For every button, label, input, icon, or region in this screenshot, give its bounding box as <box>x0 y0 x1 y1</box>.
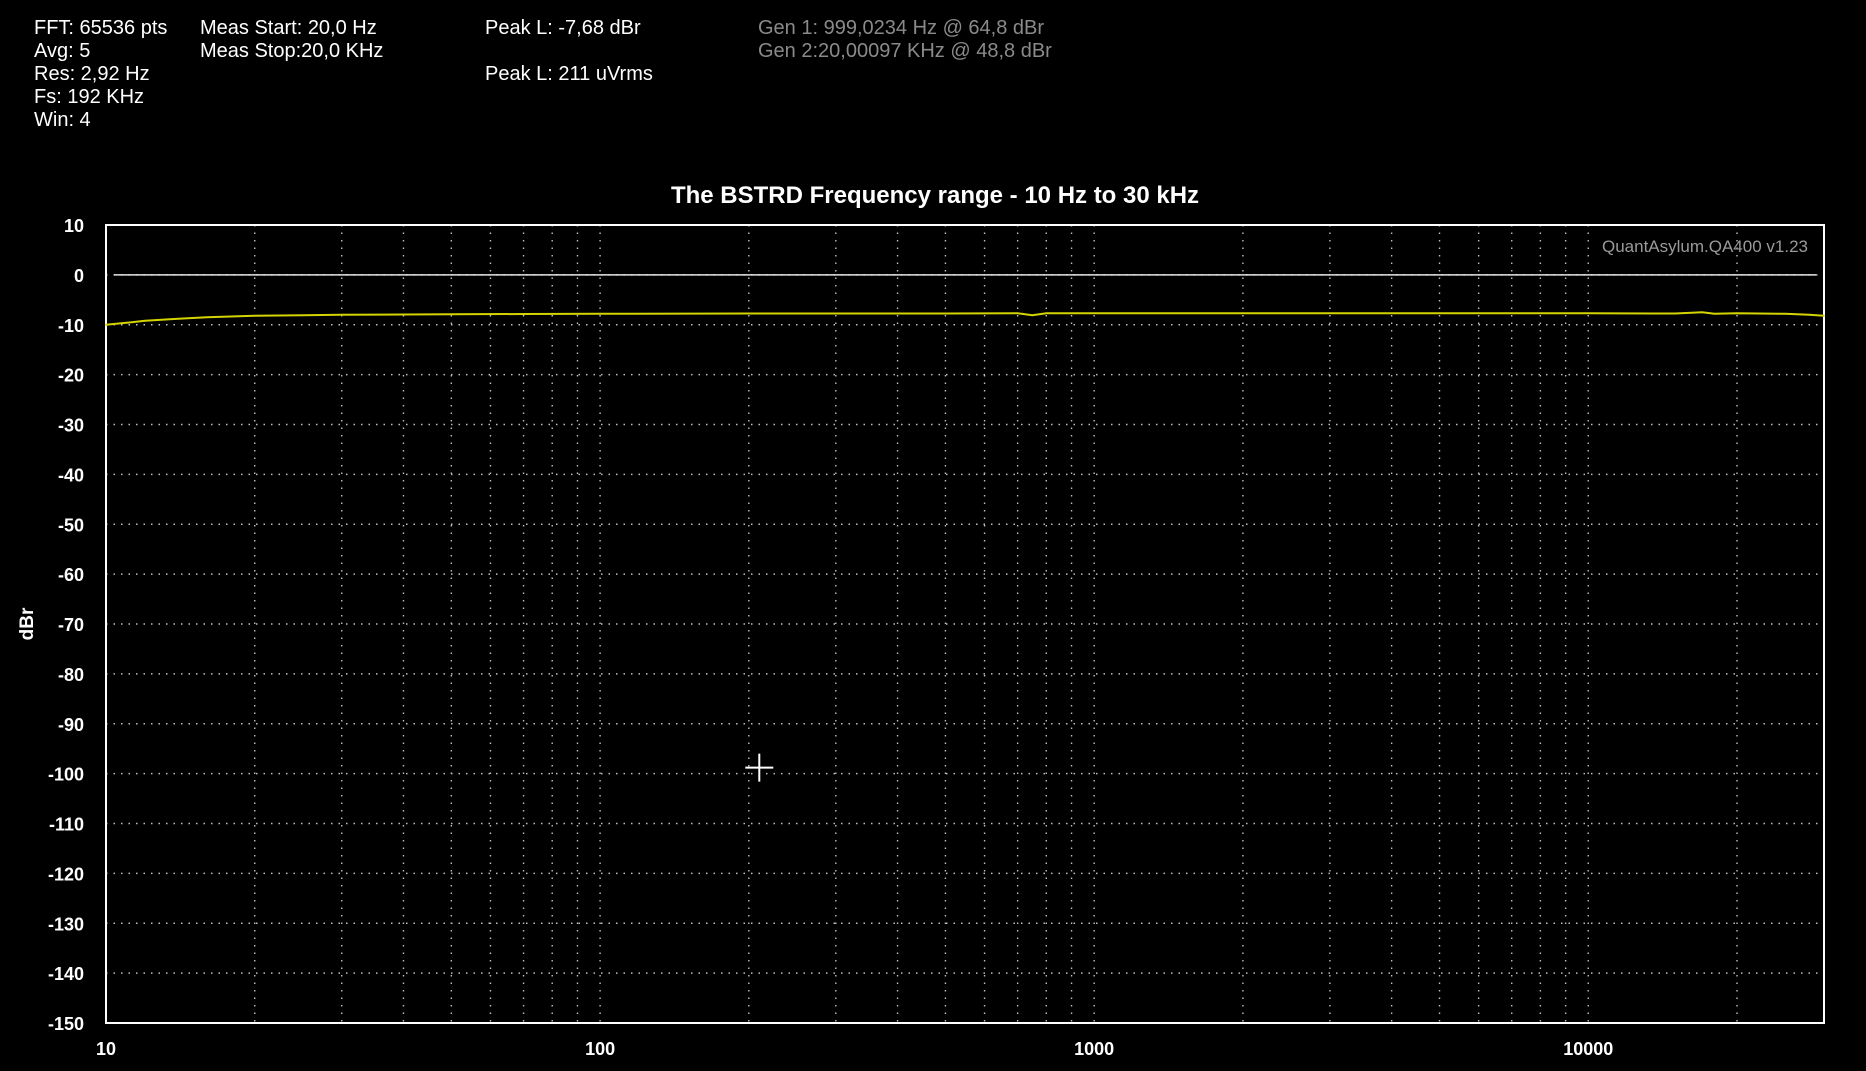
series-point <box>944 312 947 315</box>
series-point <box>1031 314 1034 317</box>
y-tick-label: -10 <box>58 316 84 336</box>
series-point <box>105 323 107 326</box>
y-tick-label: -20 <box>58 366 84 386</box>
y-tick-label: -60 <box>58 565 84 585</box>
series-point <box>1736 312 1738 315</box>
series-point <box>144 319 147 322</box>
series-point <box>1674 312 1677 315</box>
x-tick-label: 10000 <box>1563 1039 1613 1059</box>
series-point <box>1242 312 1244 315</box>
series-point <box>1045 312 1048 315</box>
series-point <box>1823 314 1825 317</box>
series-point <box>1701 311 1704 314</box>
series-point <box>177 317 180 320</box>
series-point <box>402 313 405 316</box>
y-tick-label: -40 <box>58 465 84 485</box>
series-point <box>1438 312 1441 315</box>
x-tick-label: 10 <box>96 1039 116 1059</box>
series-point <box>205 316 208 319</box>
grid <box>106 225 1824 1023</box>
series-point <box>747 312 750 315</box>
watermark-label: QuantAsylum.QA400 v1.23 <box>1602 237 1808 256</box>
series-point <box>450 313 453 316</box>
series-point <box>1808 313 1811 316</box>
series-point <box>340 313 343 316</box>
series-point <box>125 321 128 324</box>
y-axis-label: dBr <box>17 607 38 640</box>
series-point <box>301 314 304 317</box>
frequency-response-plot[interactable]: The BSTRD Frequency range - 10 Hz to 30 … <box>0 0 1866 1071</box>
series-point <box>522 313 525 315</box>
y-tick-label: -90 <box>58 715 84 735</box>
x-tick-label: 100 <box>585 1039 615 1059</box>
series-point <box>1713 312 1716 315</box>
y-tick-label: -120 <box>48 864 84 884</box>
analyzer-window: FFT: 65536 pts Avg: 5 Res: 2,92 Hz Fs: 1… <box>0 0 1866 1071</box>
y-tick-label: 10 <box>64 216 84 236</box>
series-point <box>599 312 601 315</box>
series-point <box>1093 312 1096 315</box>
y-tick-label: -30 <box>58 416 84 436</box>
y-tick-label: -140 <box>48 964 84 984</box>
y-tick-label: -80 <box>58 665 84 685</box>
y-tick-label: -110 <box>49 815 84 835</box>
axis-ticks: 100-10-20-30-40-50-60-70-80-90-100-110-1… <box>48 216 1613 1059</box>
series-point <box>253 314 256 317</box>
y-tick-label: -150 <box>48 1014 84 1034</box>
x-tick-label: 1000 <box>1074 1039 1114 1059</box>
series-point <box>1587 312 1590 315</box>
y-tick-label: -130 <box>48 914 84 934</box>
chart-title: The BSTRD Frequency range - 10 Hz to 30 … <box>671 182 1199 209</box>
series-point <box>1783 312 1786 315</box>
y-tick-label: 0 <box>74 266 84 286</box>
y-tick-label: -100 <box>48 765 84 785</box>
y-tick-label: -70 <box>58 615 84 635</box>
y-tick-label: -50 <box>58 515 84 535</box>
series-point <box>1016 312 1019 315</box>
